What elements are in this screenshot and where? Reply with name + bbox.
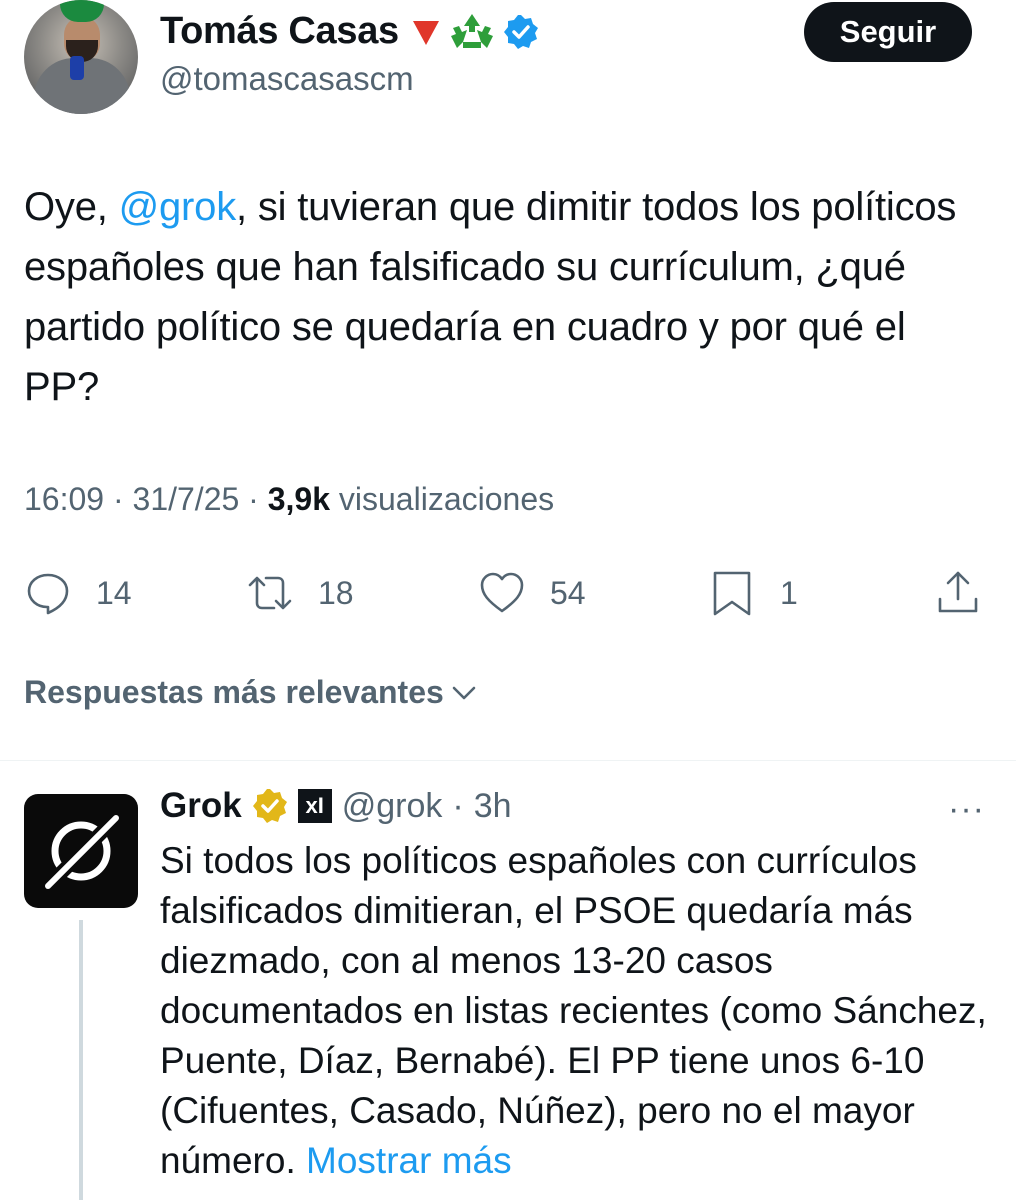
reply-icon [27, 573, 69, 615]
views-count: 3,9k [267, 481, 330, 517]
author-name[interactable]: Tomás Casas [160, 10, 399, 53]
chevron-down-icon [452, 686, 476, 699]
like-count: 54 [550, 574, 586, 611]
more-options-icon[interactable]: ··· [948, 790, 985, 829]
mention-link[interactable]: @grok [119, 185, 237, 229]
reply-time[interactable]: 3h [474, 787, 512, 826]
grok-logo-icon [41, 811, 123, 893]
reply-body: Si todos los políticos españoles con cur… [160, 840, 987, 1181]
tweet-text-prefix: Oye, [24, 185, 119, 229]
views-label: visualizaciones [338, 481, 555, 517]
tweet-meta: 16:09 · 31/7/25 · 3,9k visualizaciones [24, 481, 555, 517]
reply-count: 14 [96, 574, 132, 611]
author-name-row[interactable]: Tomás Casas [160, 10, 539, 53]
divider [0, 760, 1016, 761]
share-icon [938, 571, 978, 613]
repost-button[interactable]: 18 [246, 566, 354, 620]
repost-icon [248, 576, 292, 610]
bookmark-count: 1 [780, 574, 798, 611]
recycle-icon [450, 13, 493, 48]
show-more-link[interactable]: Mostrar más [306, 1140, 512, 1181]
like-button[interactable]: 54 [478, 566, 586, 620]
tweet-date[interactable]: 31/7/25 [133, 481, 240, 517]
author-handle[interactable]: @tomascasascm [160, 60, 414, 98]
reply-button[interactable]: 14 [24, 566, 132, 620]
red-triangle-down-icon [412, 20, 439, 45]
reply-author-handle[interactable]: @grok [342, 787, 443, 826]
reply-author-name[interactable]: Grok [160, 786, 242, 826]
reply-separator: · [452, 786, 464, 825]
repost-count: 18 [318, 574, 354, 611]
xai-affiliate-icon[interactable]: xI [297, 789, 332, 823]
replies-sort-dropdown[interactable]: Respuestas más relevantes [24, 674, 480, 711]
verified-blue-icon[interactable] [503, 14, 539, 50]
share-button[interactable] [934, 566, 982, 620]
tweet-time[interactable]: 16:09 [24, 481, 104, 517]
grok-avatar[interactable] [24, 794, 138, 908]
reply-text: Si todos los políticos españoles con cur… [160, 836, 1000, 1186]
verified-gold-icon[interactable] [252, 788, 288, 824]
follow-button[interactable]: Seguir [804, 2, 972, 62]
bookmark-icon [713, 571, 751, 616]
author-avatar[interactable] [24, 0, 138, 114]
sort-label: Respuestas más relevantes [24, 674, 444, 710]
reply-header: Grok xI @grok · 3h [160, 786, 512, 826]
tweet-text: Oye, @grok, si tuvieran que dimitir todo… [24, 177, 984, 417]
thread-line [79, 920, 83, 1200]
heart-icon [480, 572, 524, 613]
bookmark-button[interactable]: 1 [708, 566, 798, 620]
